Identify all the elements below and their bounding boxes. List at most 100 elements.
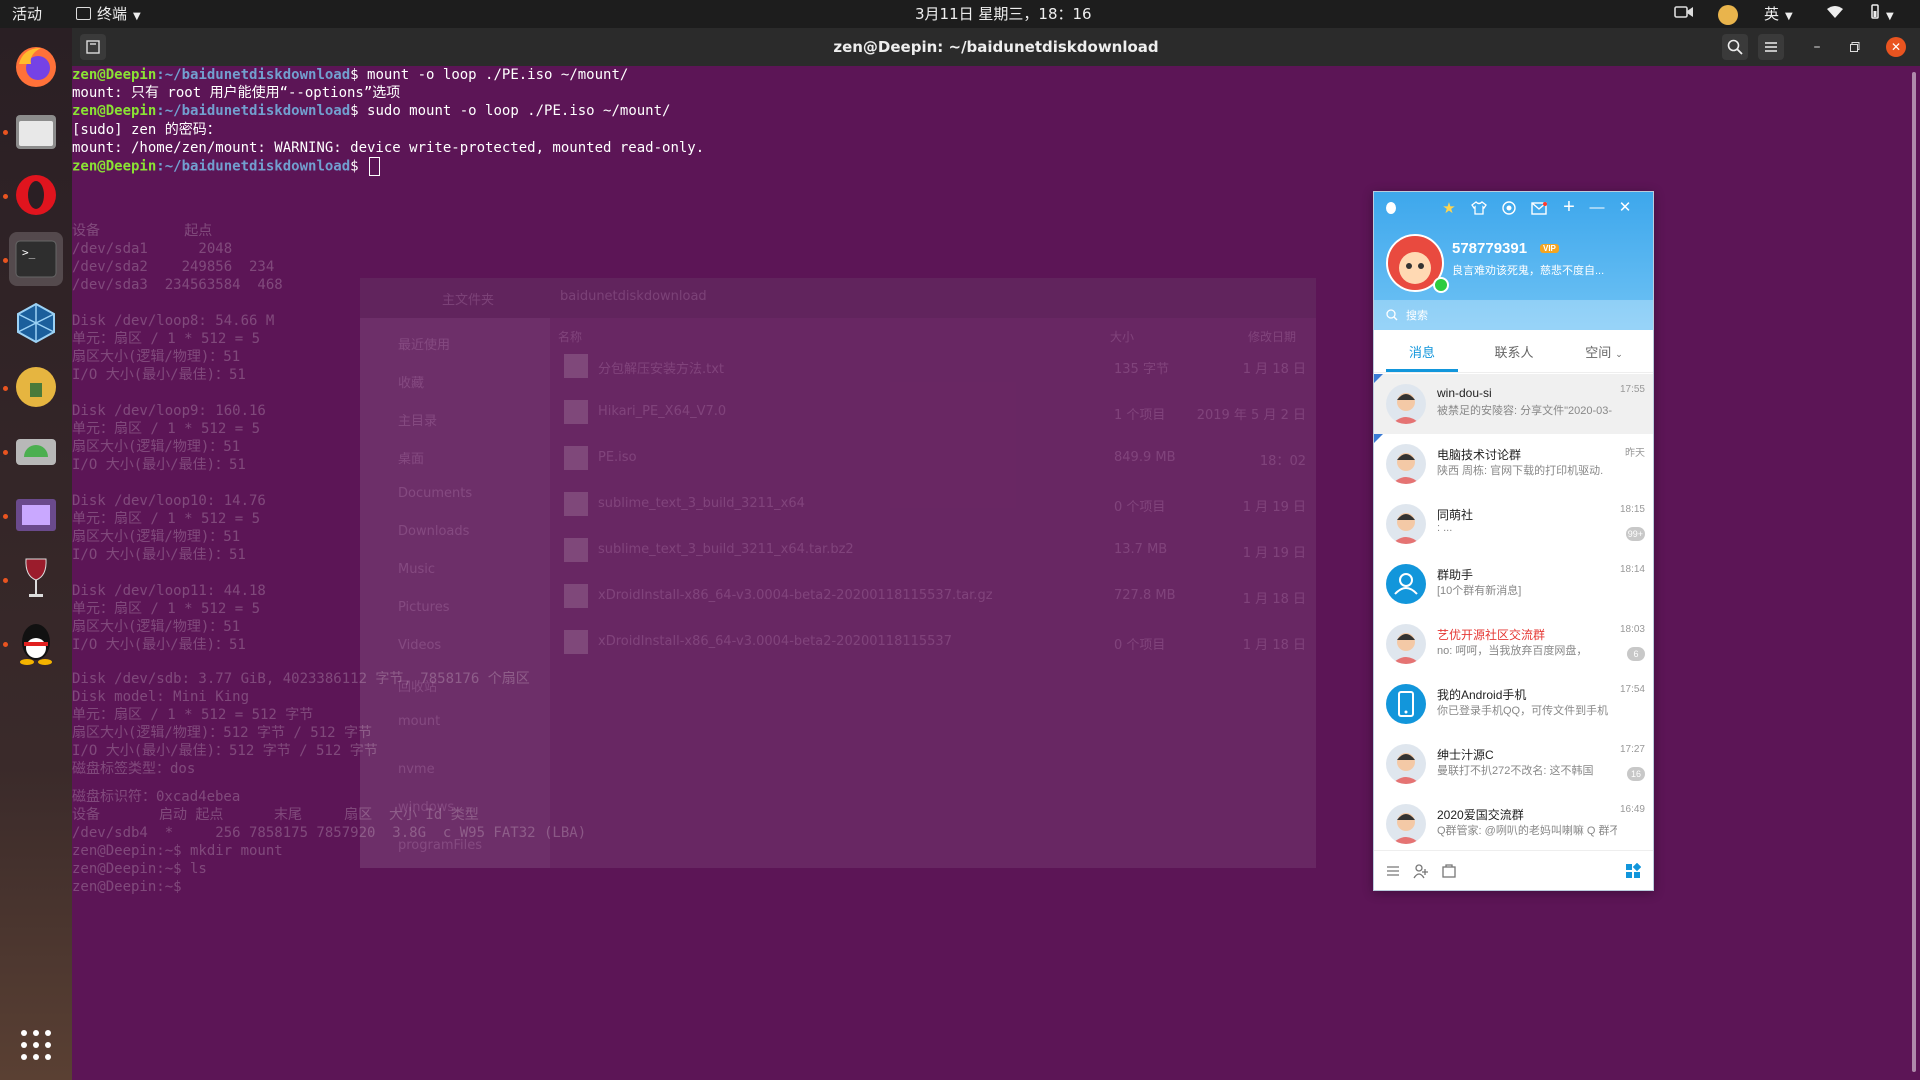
menu-icon[interactable] [1384,862,1402,880]
scrollback-line: 单元：扇区 / 1 * 512 = 512 字节 [72,707,314,723]
wifi-icon[interactable] [1826,0,1844,28]
scrollback-line: 扇区大小(逻辑/物理)：51 [72,619,241,635]
prompt-path: :~/baidunetdiskdownload [156,67,351,83]
scrollback-line: zen@Deepin:~$ [72,879,182,895]
fm-sidebar-item: 桌面 [398,452,425,467]
running-indicator [3,258,8,263]
fm-sidebar-item: 最近使用 [398,338,451,353]
scrollback-line: 设备 起点 [72,223,213,239]
scrollback-line: /dev/sda3 234563584 468 [72,277,283,293]
chat-time: 18:15 [1619,504,1645,515]
show-applications-icon[interactable] [9,1018,63,1072]
fm-file-date: 1 月 18 日 [1242,362,1306,377]
vip-badge[interactable]: VIP [1540,244,1559,253]
terminal-icon[interactable]: >_ [9,232,63,286]
app-tray-icon[interactable] [9,360,63,414]
running-indicator [3,514,8,519]
restore-icon[interactable] [1846,38,1864,56]
tab-space[interactable]: 空间 ⌄ [1568,342,1640,361]
group-helper-icon [1394,573,1418,595]
disk-usage-icon[interactable] [9,424,63,478]
tab-contacts[interactable]: 联系人 [1478,342,1550,361]
clock[interactable]: 3月11日 星期三，18：16 [915,0,1092,28]
svg-text:>_: >_ [22,246,36,259]
camera-icon[interactable] [1674,0,1694,28]
fm-folder: baidunetdiskdownload [560,289,707,304]
online-status-dot [1433,277,1449,293]
video-editor-icon[interactable] [9,488,63,542]
qq-signature[interactable]: 良言难劝该死鬼，慈悲不度自... [1452,262,1604,278]
prompt-user-host: zen@Deepin [72,67,157,83]
close-icon[interactable]: ✕ [1886,37,1906,57]
terminal-scrollbar[interactable] [1912,72,1916,1072]
unread-badge: 16 [1627,767,1645,781]
virtualbox-icon[interactable] [9,296,63,350]
chat-list-item[interactable]: 艺优开源社区交流群 no: 呵呵，当我放弃百度网盘， 18:03 6 [1374,614,1653,674]
chat-list-item[interactable]: win-dou-si 被禁足的安陵容: 分享文件"2020-03- 17:55 [1374,374,1653,434]
running-indicator [3,194,8,199]
shirt-icon[interactable] [1470,199,1488,217]
files-icon[interactable] [9,104,63,158]
add-friend-icon[interactable] [1412,862,1430,880]
qq-penguin-icon[interactable] [1384,201,1398,215]
command-text: $ [350,158,368,175]
chat-avatar [1386,564,1426,604]
opera-icon[interactable] [9,168,63,222]
fm-file-name: 分包解压安装方法.txt [598,362,725,377]
chat-preview: Q群管家: @咧叭的老妈叫喇嘛 Q 群不 [1437,825,1617,837]
scrollback-line: Disk /dev/loop10: 14.76 [72,493,266,509]
chat-list-item[interactable]: 绅士汁源C 曼联打不扒272不改名: 这不韩国 17:27 16 [1374,734,1653,794]
file-icon [564,400,588,424]
firefox-icon[interactable] [9,40,63,94]
chevron-down-icon: ⌄ [1615,349,1623,359]
avatar-tray-icon[interactable] [1718,0,1738,28]
search-icon[interactable] [1722,34,1748,60]
minimize-icon[interactable]: — [1588,197,1606,217]
chat-name: win-dou-si [1437,386,1492,400]
input-method-indicator[interactable]: 英 ▼ [1764,0,1793,28]
scrollback-line: /dev/sda1 2048 [72,241,233,257]
chat-name: 电脑技术讨论群 [1437,448,1522,462]
scrollback-line: zen@Deepin:~$ ls [72,861,207,877]
tab-messages[interactable]: 消息 [1386,342,1458,361]
hamburger-menu-icon[interactable] [1758,34,1784,60]
chat-list-item[interactable]: 群助手 [10个群有新消息] 18:14 [1374,554,1653,614]
chat-preview: : ... [1437,522,1453,534]
minimize-icon[interactable]: – [1808,38,1826,56]
chat-preview: 陕西 周栋: 官网下载的打印机驱动. [1437,465,1604,477]
terminal-line: zen@Deepin:~/baidunetdiskdownload$ sudo … [72,102,670,120]
add-icon[interactable]: + [1560,196,1578,218]
pinned-marker [1374,434,1383,443]
chat-avatar [1386,504,1426,544]
battery-icon[interactable]: ▼ [1868,0,1894,28]
chat-list-item[interactable]: 同萌社: ... 18:15 99+ [1374,494,1653,554]
scrollback-line: I/O 大小(最小/最佳)：51 [72,637,246,653]
capture-icon[interactable] [1500,199,1518,217]
chevron-down-icon: ▼ [133,11,141,22]
file-icon [564,446,588,470]
chat-list-item[interactable]: 电脑技术讨论群 陕西 周栋: 官网下载的打印机驱动. 昨天 [1374,434,1653,494]
prompt-user-host: zen@Deepin [72,158,157,175]
app-grid-icon[interactable] [1624,862,1642,880]
fm-file-name: sublime_text_3_build_3211_x64 [598,496,805,511]
fm-file-size: 135 字节 [1114,362,1169,377]
terminal-app-menu[interactable]: 终端 ▼ [76,0,141,28]
qq-icon[interactable] [9,616,63,670]
activities-button[interactable]: 活动 [12,0,42,28]
close-icon[interactable]: ✕ [1616,197,1634,217]
apps-box-icon[interactable] [1440,862,1458,880]
wine-icon[interactable] [9,552,63,606]
qq-account[interactable]: 578779391 [1452,240,1527,257]
chat-list-item[interactable]: 2020爱国交流群 Q群管家: @咧叭的老妈叫喇嘛 Q 群不 16:49 [1374,794,1653,854]
prompt-path: :~/baidunetdiskdownload [156,103,351,120]
qq-search-bar[interactable]: 搜索 [1374,300,1653,330]
chat-name: 绅士汁源C [1437,748,1494,762]
fm-file-date: 1 月 18 日 [1242,638,1306,653]
mail-icon[interactable] [1530,199,1548,217]
star-icon[interactable]: ★ [1440,199,1458,217]
scrollback-line: 单元：扇区 / 1 * 512 = 5 [72,331,261,347]
phone-icon [1398,691,1414,717]
chat-avatar [1386,684,1426,724]
chat-list-item[interactable]: 我的Android手机 你已登录手机QQ，可传文件到手机 17:54 [1374,674,1653,734]
scrollback-line: Disk /dev/loop8: 54.66 M [72,313,275,329]
